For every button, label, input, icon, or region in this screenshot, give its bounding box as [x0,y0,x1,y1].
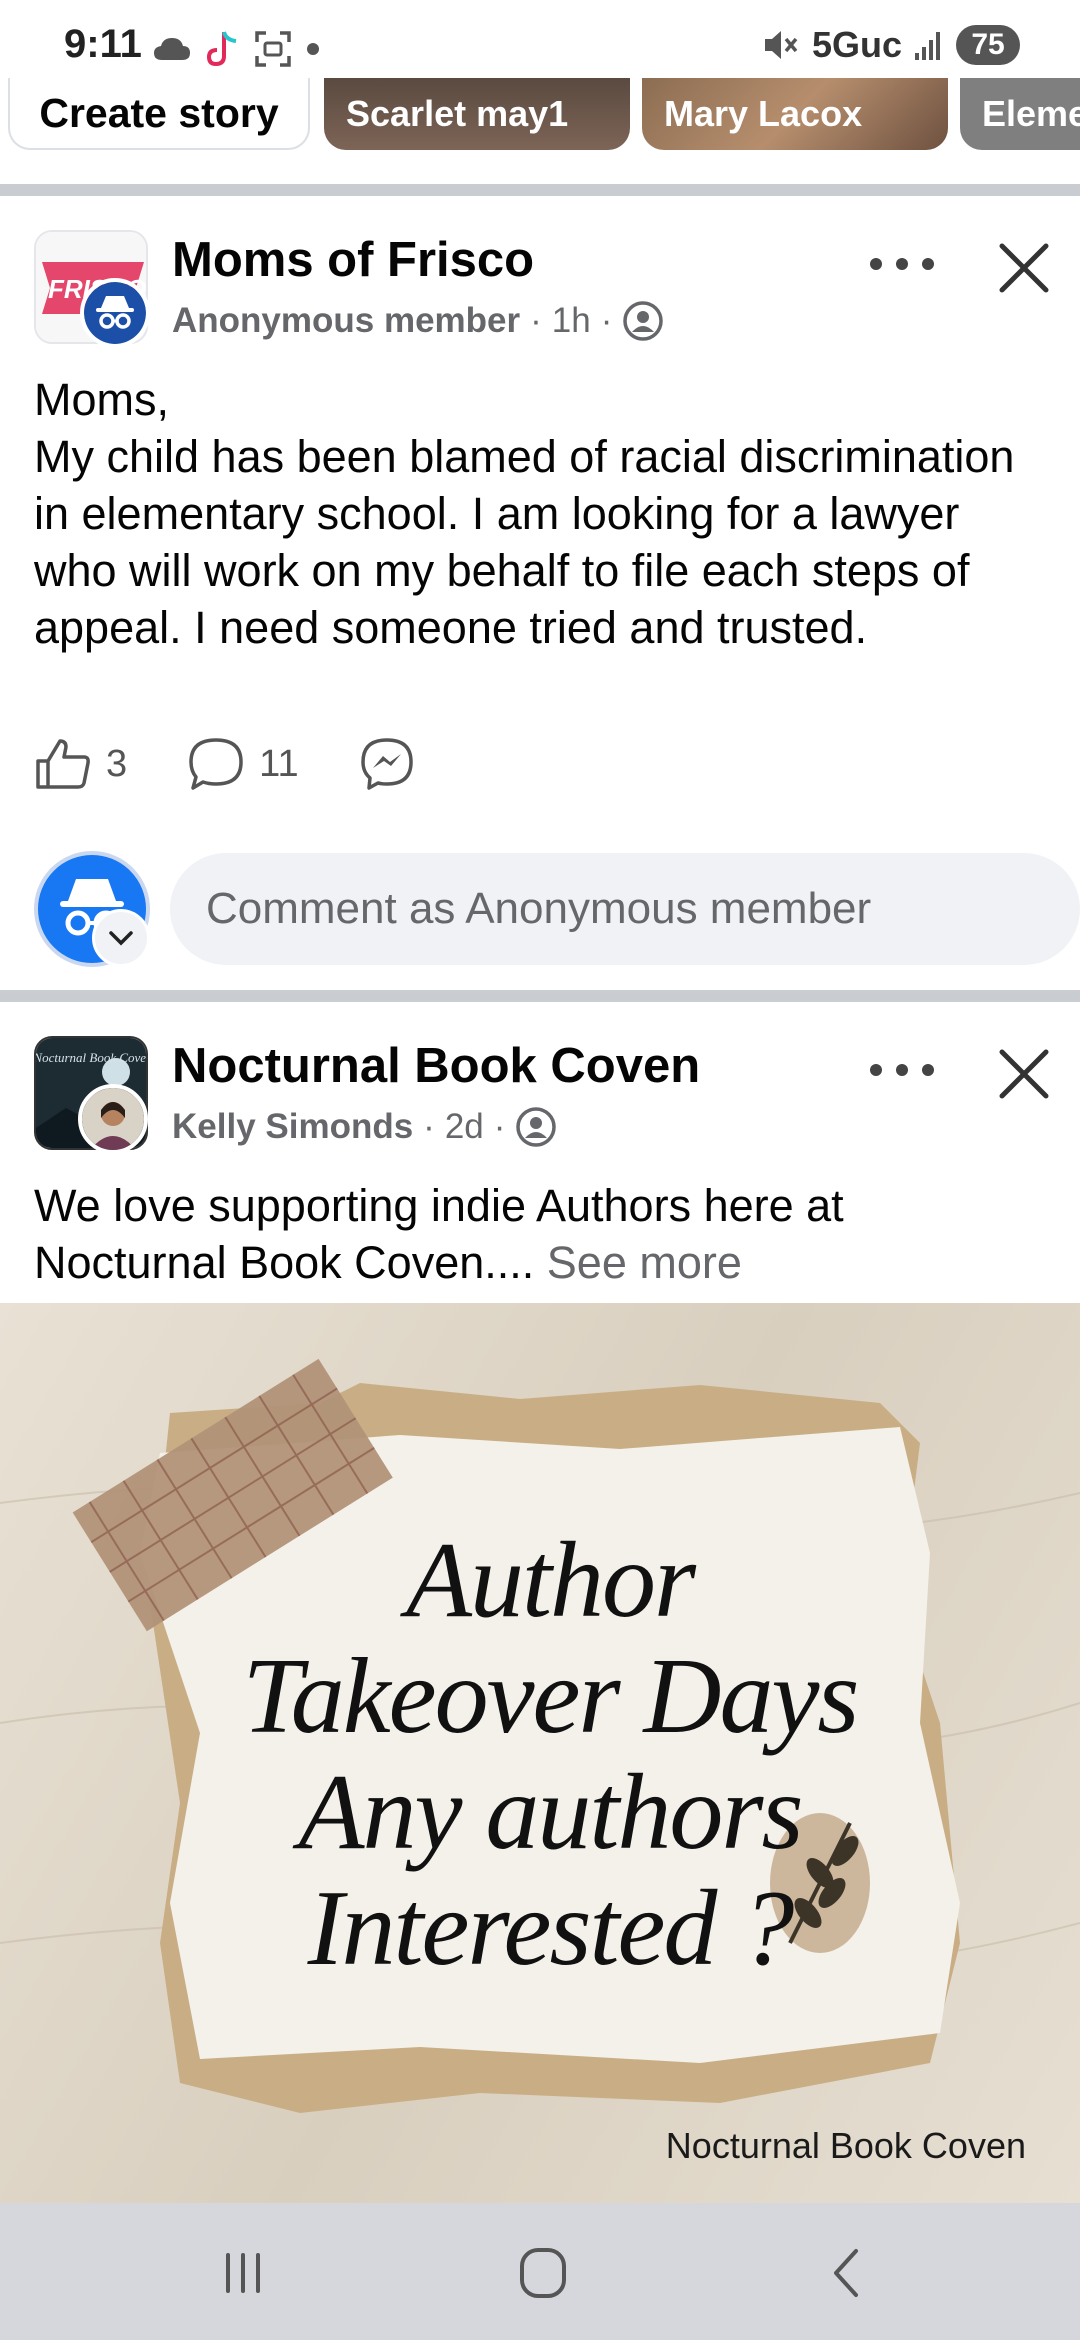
back-icon[interactable] [812,2243,882,2303]
recents-icon[interactable] [208,2243,278,2303]
post-time[interactable]: 2d [445,1107,484,1147]
post-meta: Anonymous member · 1h · [172,300,664,342]
battery-icon: 75 [956,25,1020,65]
profile-photo-icon [82,1088,144,1150]
story-card[interactable]: Mary Lacox [642,78,948,150]
comment-composer: Comment as Anonymous member [34,851,1080,971]
close-icon[interactable] [996,240,1052,296]
cloud-icon [154,38,190,60]
group-name[interactable]: Nocturnal Book Coven [172,1038,700,1094]
group-logo-text: Nocturnal Book Coven [36,1050,148,1065]
dot-icon [307,43,319,55]
chevron-down-icon [109,931,133,946]
see-more-link[interactable]: See more [547,1237,742,1288]
identity-switch-button[interactable] [92,909,150,967]
facebook-feed-screen: 9:11 5Guc 75 Create story Scarlet may1 M… [0,0,1080,2340]
create-story-button[interactable]: Create story [8,78,310,150]
story-card[interactable]: Eleme [960,78,1080,150]
like-count: 3 [106,742,128,785]
post-author[interactable]: Anonymous member [172,301,520,341]
post-author[interactable]: Kelly Simonds [172,1107,413,1147]
signal-icon [915,32,940,60]
meta-separator: · [600,301,613,340]
post-meta: Kelly Simonds · 2d · [172,1106,557,1148]
like-button[interactable]: 3 [34,737,127,791]
status-bar: 9:11 5Guc 75 [0,0,1080,80]
more-options-button[interactable] [870,1050,934,1090]
stories-strip[interactable]: Create story Scarlet may1 Mary Lacox Ele… [0,78,1080,154]
tiktok-icon [206,31,237,67]
author-avatar[interactable] [78,1084,148,1154]
post-body: Moms, My child has been blamed of racial… [34,374,1015,653]
meta-separator: · [493,1107,506,1146]
messenger-icon [360,738,413,790]
status-time: 9:11 [64,22,142,66]
home-icon[interactable] [508,2243,578,2303]
post-body: We love supporting indie Authors here at… [34,1177,1044,1291]
more-options-button[interactable] [870,244,934,284]
thumbs-up-icon [36,739,90,789]
post-header: Nocturnal Book Coven Nocturnal Book Cove… [0,1036,1080,1166]
comment-count: 11 [259,742,299,785]
group-name[interactable]: Moms of Frisco [172,232,534,288]
screenshot-icon [255,31,291,67]
members-audience-icon [516,1107,557,1147]
feed-divider [0,184,1080,196]
story-card[interactable]: Scarlet may1 [324,78,630,150]
members-audience-icon [623,301,664,341]
post-time[interactable]: 1h [552,301,591,341]
comment-bubble-icon [189,738,243,790]
meta-separator: · [530,301,542,340]
post-image[interactable]: Author Takeover Days Any authors Interes… [0,1303,1080,2203]
mute-icon [764,31,798,59]
incognito-icon [84,282,146,344]
status-icons-left [152,30,320,68]
meta-separator: · [423,1107,435,1146]
image-credit: Nocturnal Book Coven [665,2125,1026,2166]
post-actions: 3 11 [34,734,475,794]
messenger-share-button[interactable] [359,736,415,792]
system-nav-bar [0,2203,1080,2340]
post-header: FRISCO Moms of Frisco Anonymous member ·… [0,230,1080,360]
comment-button[interactable]: 11 [187,736,299,792]
anonymous-avatar [80,278,150,348]
feed-divider [0,990,1080,1002]
image-headline: Author Takeover Days Any authors Interes… [242,1521,860,1988]
status-icons-right: 5Guc 75 [762,24,1020,66]
network-type: 5Guc [811,24,902,65]
close-icon[interactable] [996,1046,1052,1102]
comment-input[interactable]: Comment as Anonymous member [170,853,1080,965]
